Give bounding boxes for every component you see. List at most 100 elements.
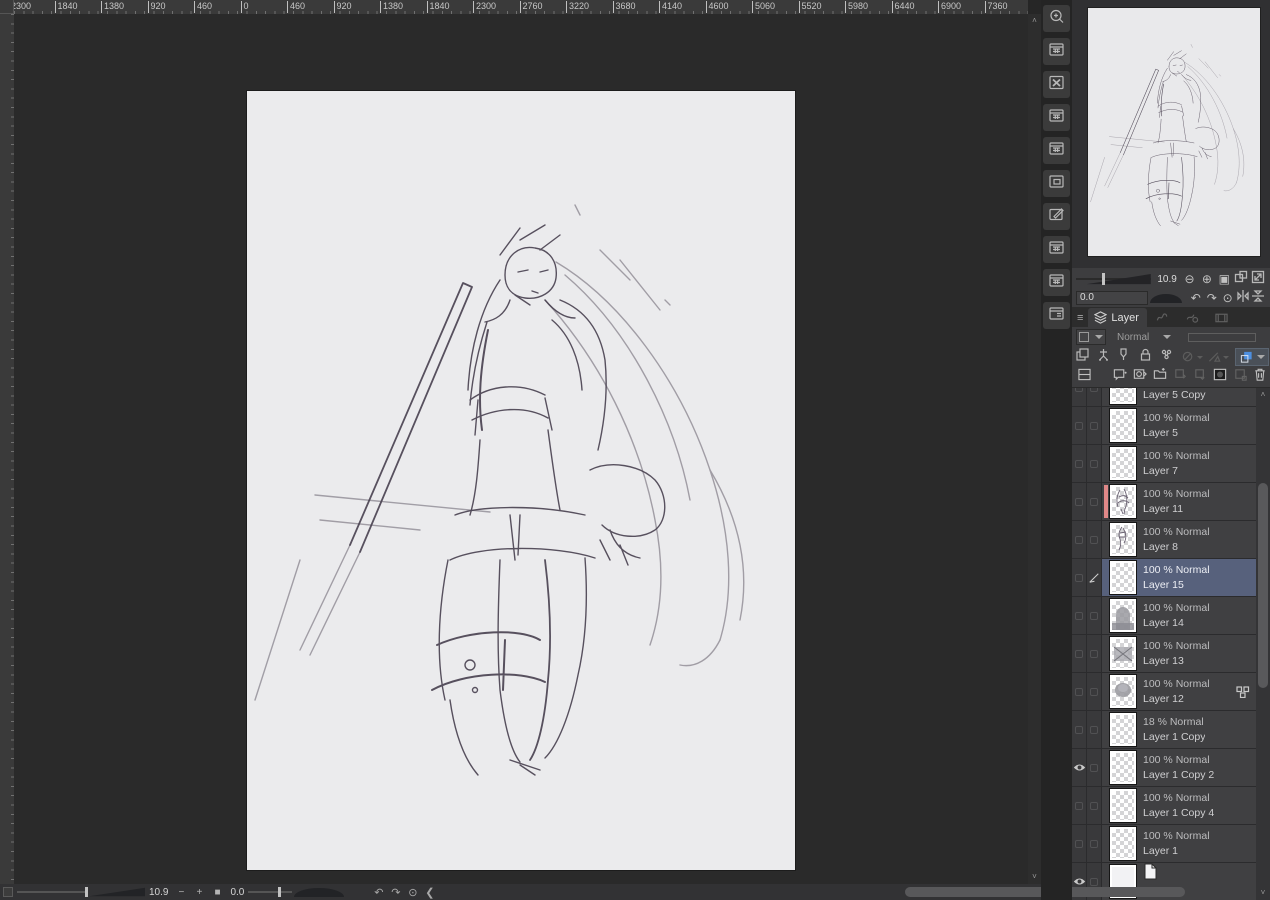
edit-state-placeholder[interactable] xyxy=(1090,840,1098,848)
opacity-slider[interactable] xyxy=(1188,333,1256,342)
layer-palette-color-tag[interactable] xyxy=(1104,485,1108,518)
layer-row-layer-7[interactable]: 100 % NormalLayer 7 xyxy=(1072,445,1256,483)
layer-thumbnail[interactable] xyxy=(1110,789,1136,822)
layer-edit-state-cell[interactable] xyxy=(1087,749,1102,786)
layer-row-layer-1-copy-2[interactable]: 100 % NormalLayer 1 Copy 2 xyxy=(1072,749,1256,787)
navigator-rotate-ccw-icon[interactable]: ↶ xyxy=(1188,290,1204,306)
layer-thumbnail[interactable] xyxy=(1110,675,1136,708)
layer-visibility-cell[interactable] xyxy=(1072,407,1087,444)
navigator-expand-icon[interactable] xyxy=(1250,270,1267,289)
new-raster-layer-icon[interactable] xyxy=(1110,367,1130,387)
layer-scroll-thumb[interactable] xyxy=(1258,483,1268,688)
layer-visibility-cell[interactable] xyxy=(1072,559,1087,596)
navigator-fit-icon[interactable]: ▣ xyxy=(1216,271,1233,287)
layer-row-layer-14[interactable]: 100 % NormalLayer 14 xyxy=(1072,597,1256,635)
edit-state-placeholder[interactable] xyxy=(1090,726,1098,734)
layer-panel-menu-icon[interactable]: ≡ xyxy=(1072,312,1088,324)
reset-rotation-icon[interactable]: ⊙ xyxy=(404,886,421,899)
layer-name[interactable]: Layer 12 xyxy=(1143,692,1210,707)
layer-name[interactable]: Layer 7 xyxy=(1143,464,1210,479)
navigator-tile-icon[interactable] xyxy=(1233,270,1250,289)
layer-visibility-cell[interactable] xyxy=(1072,388,1087,406)
panel-grid-icon-2-button[interactable] xyxy=(1043,104,1070,131)
edit-state-placeholder[interactable] xyxy=(1090,460,1098,468)
edit-state-placeholder[interactable] xyxy=(1090,612,1098,620)
layer-thumbnail[interactable] xyxy=(1110,523,1136,556)
layer-row-layer-13[interactable]: 100 % NormalLayer 13 xyxy=(1072,635,1256,673)
layer-thumbnail[interactable] xyxy=(1110,827,1136,860)
layer-edit-state-cell[interactable] xyxy=(1087,597,1102,634)
canvas-area[interactable] xyxy=(14,14,1028,884)
edit-state-placeholder[interactable] xyxy=(1090,688,1098,696)
ruler-range-combo[interactable] xyxy=(1181,349,1203,365)
layer-visibility-cell[interactable] xyxy=(1072,787,1087,824)
scroll-down-icon[interactable]: ˅ xyxy=(1256,888,1270,897)
zoom-out-button[interactable]: − xyxy=(172,887,190,898)
layer-row-layer-12[interactable]: 100 % NormalLayer 12 xyxy=(1072,673,1256,711)
edit-state-placeholder[interactable] xyxy=(1090,764,1098,772)
tab-layer-property[interactable] xyxy=(1147,308,1177,327)
layer-list-scrollbar[interactable]: ˄ ˅ xyxy=(1256,388,1270,900)
edit-state-placeholder[interactable] xyxy=(1090,498,1098,506)
navigator-rotation-input[interactable]: 0.0 xyxy=(1076,291,1148,305)
edit-state-placeholder[interactable] xyxy=(1090,650,1098,658)
visibility-eye-icon[interactable] xyxy=(1073,877,1086,886)
layer-thumbnail[interactable] xyxy=(1110,485,1136,518)
layer-name[interactable]: Layer 5 Copy xyxy=(1143,388,1210,403)
canvas-page[interactable] xyxy=(247,91,795,870)
layer-visibility-cell[interactable] xyxy=(1072,825,1087,862)
panel-grid-icon-3-button[interactable] xyxy=(1043,137,1070,164)
layer-visibility-cell[interactable] xyxy=(1072,711,1087,748)
layer-thumbnail[interactable] xyxy=(1110,447,1136,480)
zoom-slider[interactable] xyxy=(17,887,87,897)
visibility-placeholder[interactable] xyxy=(1075,574,1083,582)
visibility-placeholder[interactable] xyxy=(1075,422,1083,430)
layer-edit-state-cell[interactable] xyxy=(1087,673,1102,710)
apply-mask-icon[interactable] xyxy=(1230,367,1250,387)
canvas-horizontal-scrollbar[interactable]: ❯ xyxy=(438,884,1041,900)
visibility-placeholder[interactable] xyxy=(1075,388,1083,392)
layer-edit-state-cell[interactable] xyxy=(1087,521,1102,558)
layer-thumbnail[interactable] xyxy=(1110,637,1136,670)
subview-magnifier-icon-button[interactable] xyxy=(1043,5,1070,32)
layer-visibility-cell[interactable] xyxy=(1072,483,1087,520)
layer-visibility-cell[interactable] xyxy=(1072,521,1087,558)
layer-name[interactable]: Layer 1 Copy xyxy=(1143,730,1205,745)
layer-name[interactable]: Layer 15 xyxy=(1143,578,1210,593)
layer-name[interactable]: Layer 1 Copy 2 xyxy=(1143,768,1214,783)
navigator-thumbnail[interactable] xyxy=(1088,8,1260,256)
navigator-rotation-wedge[interactable] xyxy=(1150,294,1182,303)
visibility-placeholder[interactable] xyxy=(1075,840,1083,848)
visibility-placeholder[interactable] xyxy=(1075,498,1083,506)
layer-row-layer-1-copy[interactable]: 18 % NormalLayer 1 Copy xyxy=(1072,711,1256,749)
layer-edit-state-cell[interactable] xyxy=(1087,445,1102,482)
panel-subwindow-icon-button[interactable] xyxy=(1043,170,1070,197)
scroll-up-icon[interactable]: ˄ xyxy=(1256,390,1270,399)
edit-state-placeholder[interactable] xyxy=(1090,388,1098,392)
scroll-down-icon[interactable]: ˅ xyxy=(1028,871,1041,883)
navigator-flip-vertical-icon[interactable] xyxy=(1251,289,1266,308)
layer-edit-state-cell[interactable] xyxy=(1087,825,1102,862)
transfer-to-lower-layer-icon[interactable] xyxy=(1170,367,1190,387)
rotate-cw-icon[interactable]: ↷ xyxy=(387,886,404,899)
layer-visibility-cell[interactable] xyxy=(1072,673,1087,710)
layer-name[interactable]: Layer 14 xyxy=(1143,616,1210,631)
lock-pen-icon[interactable] xyxy=(1114,347,1135,367)
rotation-wedge[interactable] xyxy=(294,888,344,897)
edit-state-placeholder[interactable] xyxy=(1090,878,1098,886)
layer-edit-state-cell[interactable] xyxy=(1087,711,1102,748)
zoom-in-button[interactable]: + xyxy=(190,887,208,898)
navigator-zoom-in-icon[interactable]: ⊕ xyxy=(1198,271,1215,287)
enable-mask-icon[interactable] xyxy=(1156,347,1177,367)
panel-edit-icon-button[interactable] xyxy=(1043,203,1070,230)
visibility-placeholder[interactable] xyxy=(1075,650,1083,658)
layer-edit-state-cell[interactable] xyxy=(1087,407,1102,444)
fit-to-screen-button[interactable]: ■ xyxy=(208,887,226,898)
visibility-placeholder[interactable] xyxy=(1075,688,1083,696)
combine-to-lower-layer-icon[interactable] xyxy=(1190,367,1210,387)
panel-list-icon-button[interactable] xyxy=(1043,302,1070,329)
layer-thumbnail[interactable] xyxy=(1110,751,1136,784)
layer-row-layer-15[interactable]: 100 % NormalLayer 15 xyxy=(1072,559,1256,597)
layer-row-layer-5-copy[interactable]: 100 % NormalLayer 5 Copy xyxy=(1072,388,1256,407)
navigator-flip-horizontal-icon[interactable] xyxy=(1236,289,1251,308)
